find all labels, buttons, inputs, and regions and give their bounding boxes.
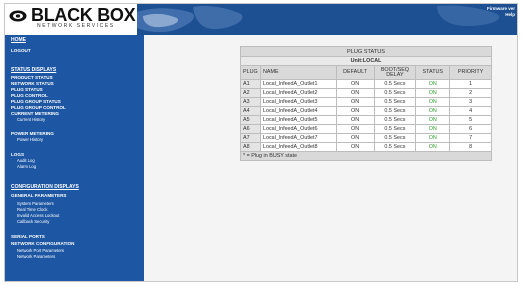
- plug-delay: 0.5 Secs: [373, 133, 417, 143]
- plug-id: A3: [240, 97, 261, 107]
- plug-name: Local_lnfeedA_Outlet1: [259, 79, 337, 89]
- plug-default: ON: [335, 133, 375, 143]
- col-name: NAME: [259, 65, 337, 80]
- plug-id: A7: [240, 133, 261, 143]
- world-map-graphic-icon: [137, 4, 517, 35]
- plug-id: A8: [240, 142, 261, 152]
- plug-status: ON: [415, 133, 451, 143]
- plug-delay: 0.5 Secs: [373, 142, 417, 152]
- busy-note: * = Plug in BUSY state: [240, 151, 492, 161]
- plug-name: Local_lnfeedA_Outlet7: [259, 133, 337, 143]
- plug-status: ON: [415, 142, 451, 152]
- plug-status-table: PLUG STATUS Unit:LOCAL PLUG NAME DEFAULT…: [240, 46, 492, 161]
- plug-default: ON: [335, 115, 375, 125]
- nav-alarm-log[interactable]: Alarm Log: [17, 164, 36, 170]
- plug-delay: 0.5 Secs: [373, 79, 417, 89]
- plug-default: ON: [335, 124, 375, 134]
- table-title: PLUG STATUS: [240, 46, 492, 57]
- plug-priority: 7: [449, 133, 492, 143]
- plug-id: A5: [240, 115, 261, 125]
- plug-status: ON: [415, 124, 451, 134]
- plug-name: Local_lnfeedA_Outlet3: [259, 97, 337, 107]
- plug-name: Local_lnfeedA_Outlet4: [259, 106, 337, 116]
- nav-logout[interactable]: LOGOUT: [11, 48, 31, 54]
- plug-status: ON: [415, 97, 451, 107]
- header: BLACK BOX NETWORK SERVICES Firmware ver …: [5, 4, 517, 35]
- plug-id: A6: [240, 124, 261, 134]
- col-status: STATUS: [415, 65, 451, 80]
- table-row[interactable]: A8 Local_lnfeedA_Outlet8 ON 0.5 Secs ON …: [240, 142, 492, 152]
- help-link[interactable]: Help: [487, 12, 515, 18]
- plug-default: ON: [335, 142, 375, 152]
- plug-name: Local_lnfeedA_Outlet8: [259, 142, 337, 152]
- col-default: DEFAULT: [335, 65, 375, 80]
- nav-power-history[interactable]: Power History: [17, 137, 43, 143]
- plug-priority: 4: [449, 106, 492, 116]
- plug-priority: 8: [449, 142, 492, 152]
- col-priority: PRIORITY: [449, 65, 492, 80]
- nav-callback-security[interactable]: Callback Security: [17, 219, 49, 225]
- plug-name: Local_lnfeedA_Outlet2: [259, 88, 337, 98]
- col-delay: BOOT/SEQ DELAY: [373, 65, 417, 80]
- plug-delay: 0.5 Secs: [373, 88, 417, 98]
- nav-network-parameters[interactable]: Network Parameters: [17, 254, 55, 260]
- plug-priority: 2: [449, 88, 492, 98]
- main-content: PLUG STATUS Unit:LOCAL PLUG NAME DEFAULT…: [144, 35, 517, 281]
- plug-status: ON: [415, 79, 451, 89]
- logo-mark-icon: [9, 10, 27, 22]
- nav-configuration-displays[interactable]: CONFIGURATION DISPLAYS: [11, 184, 79, 190]
- plug-status: ON: [415, 88, 451, 98]
- app-frame: BLACK BOX NETWORK SERVICES Firmware ver …: [4, 3, 518, 282]
- plug-priority: 1: [449, 79, 492, 89]
- nav-general-parameters[interactable]: GENERAL PARAMETERS: [11, 193, 66, 199]
- plug-id: A1: [240, 79, 261, 89]
- col-plug: PLUG: [240, 65, 261, 80]
- plug-id: A4: [240, 106, 261, 116]
- brand-logo[interactable]: BLACK BOX NETWORK SERVICES: [9, 5, 136, 33]
- plug-default: ON: [335, 97, 375, 107]
- table-row[interactable]: A1 Local_lnfeedA_Outlet1 ON 0.5 Secs ON …: [240, 79, 492, 89]
- plug-delay: 0.5 Secs: [373, 106, 417, 116]
- table-row[interactable]: A7 Local_lnfeedA_Outlet7 ON 0.5 Secs ON …: [240, 133, 492, 143]
- plug-delay: 0.5 Secs: [373, 124, 417, 134]
- plug-default: ON: [335, 106, 375, 116]
- nav-serial-ports[interactable]: SERIAL PORTS: [11, 234, 45, 240]
- plug-default: ON: [335, 79, 375, 89]
- sidebar-nav: HOME LOGOUT STATUS DISPLAYS PRODUCT STAT…: [5, 35, 144, 281]
- unit-label: Unit:LOCAL: [240, 56, 492, 66]
- plug-priority: 6: [449, 124, 492, 134]
- table-row[interactable]: A4 Local_lnfeedA_Outlet4 ON 0.5 Secs ON …: [240, 106, 492, 116]
- plug-delay: 0.5 Secs: [373, 97, 417, 107]
- plug-priority: 3: [449, 97, 492, 107]
- table-row[interactable]: A2 Local_lnfeedA_Outlet2 ON 0.5 Secs ON …: [240, 88, 492, 98]
- nav-status-displays[interactable]: STATUS DISPLAYS: [11, 67, 56, 73]
- plug-name: Local_lnfeedA_Outlet6: [259, 124, 337, 134]
- header-banner: Firmware ver Help: [137, 4, 517, 35]
- brand-tagline: NETWORK SERVICES: [37, 23, 115, 29]
- plug-priority: 5: [449, 115, 492, 125]
- banner-links: Firmware ver Help: [487, 6, 515, 18]
- plug-status: ON: [415, 106, 451, 116]
- plug-name: Local_lnfeedA_Outlet5: [259, 115, 337, 125]
- plug-status-panel: PLUG STATUS Unit:LOCAL PLUG NAME DEFAULT…: [240, 46, 492, 161]
- plug-delay: 0.5 Secs: [373, 115, 417, 125]
- nav-current-history[interactable]: Current History: [17, 117, 45, 123]
- plug-status: ON: [415, 115, 451, 125]
- nav-network-configuration[interactable]: NETWORK CONFIGURATION: [11, 241, 74, 247]
- plug-default: ON: [335, 88, 375, 98]
- table-row[interactable]: A5 Local_lnfeedA_Outlet5 ON 0.5 Secs ON …: [240, 115, 492, 125]
- table-row[interactable]: A6 Local_lnfeedA_Outlet6 ON 0.5 Secs ON …: [240, 124, 492, 134]
- table-row[interactable]: A3 Local_lnfeedA_Outlet3 ON 0.5 Secs ON …: [240, 97, 492, 107]
- plug-id: A2: [240, 88, 261, 98]
- nav-home[interactable]: HOME: [11, 37, 26, 43]
